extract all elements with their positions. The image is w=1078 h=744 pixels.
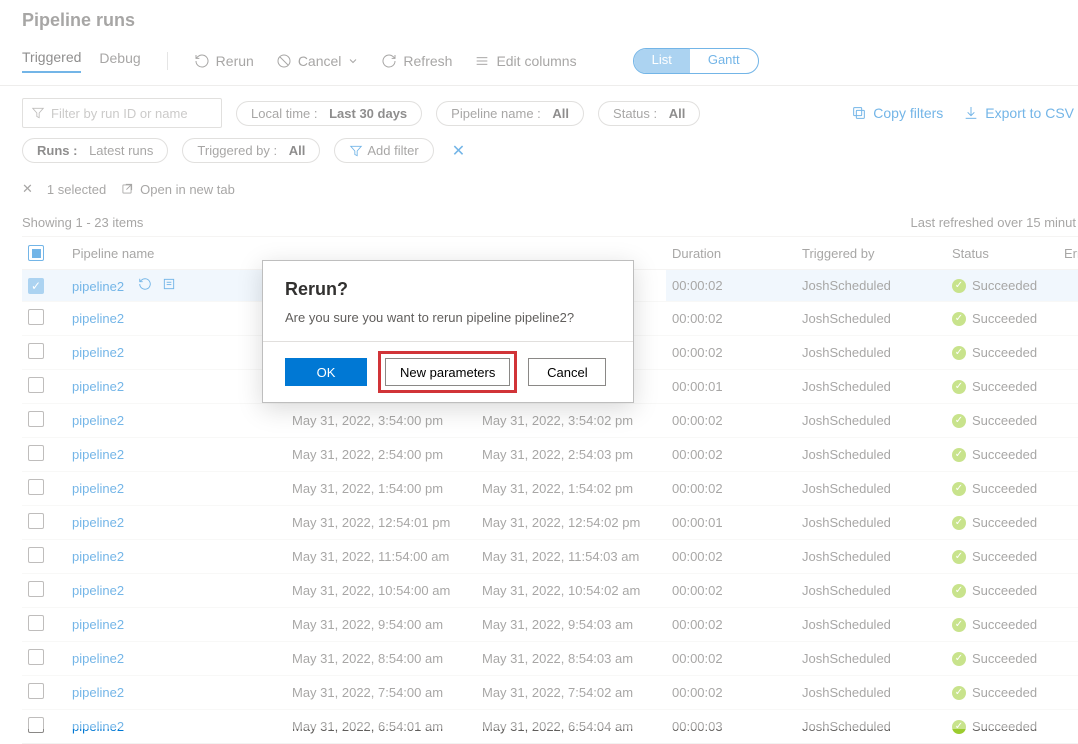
rerun-modal: Rerun? Are you sure you want to rerun pi… [262,260,634,403]
modal-message: Are you sure you want to rerun pipeline … [285,310,611,325]
modal-title: Rerun? [285,279,611,300]
modal-new-parameters-button[interactable]: New parameters [385,358,510,386]
modal-cancel-button[interactable]: Cancel [528,358,606,386]
modal-ok-button[interactable]: OK [285,358,367,386]
